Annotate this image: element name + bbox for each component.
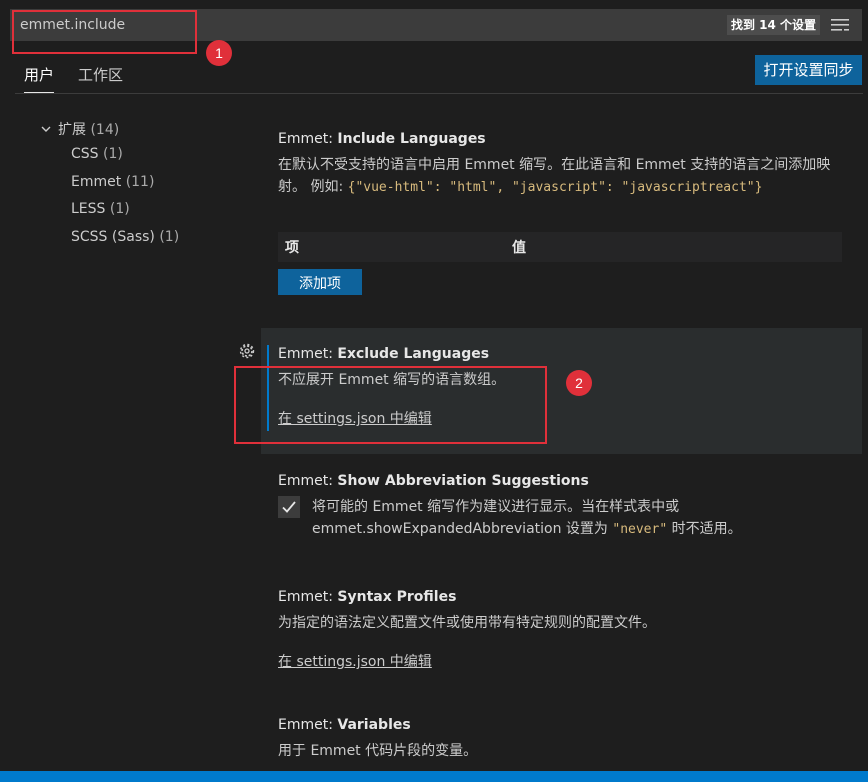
tab-workspace[interactable]: 工作区 [78,64,123,92]
setting-description-syntax-profiles: 为指定的语法定义配置文件或使用带有特定规则的配置文件。 [278,615,656,631]
setting-title-show-abbreviation-suggestions: Emmet: Show Abbreviation Suggestions [278,473,589,489]
tree-item-css[interactable]: CSS (1) [71,146,123,162]
tree-item-label: LESS [71,201,106,217]
setting-name: Show Abbreviation Suggestions [337,473,589,489]
status-bar [0,771,868,782]
annotation-badge-2: 2 [566,370,592,396]
gear-icon[interactable] [238,342,256,360]
annotation-box-2 [234,366,547,444]
tree-item-less[interactable]: LESS (1) [71,201,130,217]
setting-name: Exclude Languages [337,346,490,362]
tree-item-emmet[interactable]: Emmet (11) [71,174,154,190]
tree-item-label: Emmet [71,174,122,190]
search-result-count: 找到 14 个设置 [726,15,820,35]
annotation-box-1 [12,10,197,54]
tree-item-scss[interactable]: SCSS (Sass) (1) [71,229,179,245]
tree-item-label: SCSS (Sass) [71,229,155,245]
setting-category: Emmet: [278,589,338,605]
setting-description-variables: 用于 Emmet 代码片段的变量。 [278,743,478,759]
tree-item-count: (1) [103,146,123,162]
checkmark-icon [282,501,296,513]
open-settings-sync-button[interactable]: 打开设置同步 [755,55,862,85]
tree-item-label: 扩展 [58,122,86,138]
setting-description-show-abbreviation-suggestions: 将可能的 Emmet 缩写作为建议进行显示。当在样式表中或 emmet.show… [312,496,842,541]
annotation-badge-1: 1 [206,40,232,66]
setting-title-syntax-profiles: Emmet: Syntax Profiles [278,589,456,605]
edit-in-settings-json-link[interactable]: 在 settings.json 中编辑 [278,651,432,671]
tabs-divider [15,93,863,94]
setting-name: Variables [337,717,411,733]
description-text: 时不适用。 [667,521,742,537]
description-text: 将可能的 Emmet 缩写作为建议进行显示。当在样式表中或 [312,499,680,515]
tree-item-count: (1) [159,229,180,245]
setting-name: Syntax Profiles [337,589,457,605]
chevron-down-icon [41,126,51,132]
tree-item-count: (11) [125,174,155,190]
column-header-value: 值 [512,240,526,256]
setting-title-exclude-languages: Emmet: Exclude Languages [278,346,489,362]
include-languages-table-header: 项 值 [278,232,842,262]
add-item-button[interactable]: 添加项 [278,269,362,295]
description-text: emmet.showExpandedAbbreviation 设置为 [312,521,613,537]
setting-title-include-languages: Emmet: Include Languages [278,131,486,147]
setting-title-variables: Emmet: Variables [278,717,411,733]
column-header-item: 项 [285,240,299,256]
tab-user[interactable]: 用户 [24,64,55,93]
setting-name: Include Languages [337,131,486,147]
filter-list-icon[interactable] [830,17,850,33]
tree-item-extensions[interactable]: 扩展 (14) [40,119,119,139]
show-abbreviation-suggestions-checkbox[interactable] [278,496,300,518]
setting-category: Emmet: [278,473,338,489]
tree-item-count: (1) [109,201,130,217]
setting-category: Emmet: [278,717,338,733]
description-code: "never" [612,522,668,537]
tree-item-label: CSS [71,146,99,162]
tree-item-count: (14) [90,122,120,138]
description-code: {"vue-html": "html", "javascript": "java… [347,180,763,195]
setting-category: Emmet: [278,346,338,362]
setting-description-include-languages: 在默认不受支持的语言中启用 Emmet 缩写。在此语言和 Emmet 支持的语言… [278,154,842,199]
setting-category: Emmet: [278,131,338,147]
